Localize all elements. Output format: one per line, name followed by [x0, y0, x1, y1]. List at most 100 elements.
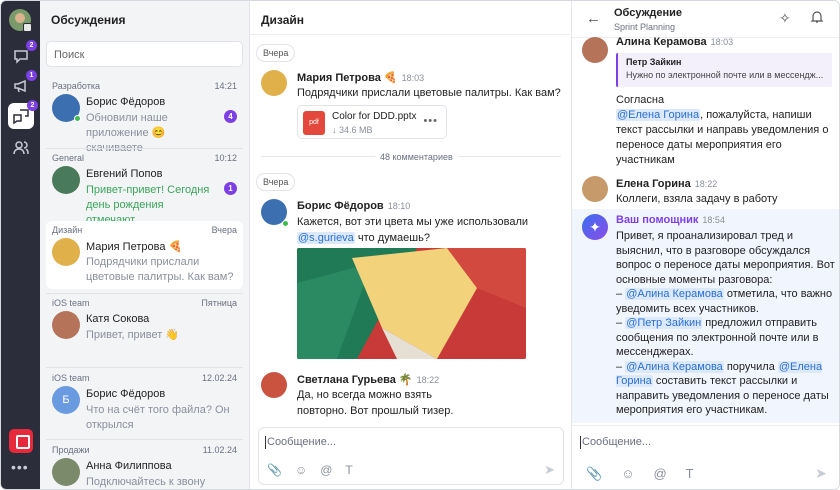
chat-item[interactable]: iOS team 12.02.24 Б Борис Фёдоров Что на… [46, 369, 243, 437]
file-size: ↓ 34.6 MB [332, 125, 373, 135]
file-attachment[interactable]: pdf Color for DDD.pptx ↓ 34.6 MB ••• [297, 105, 447, 139]
format-text-icon[interactable]: T [686, 466, 694, 482]
thread-subtitle: Sprint Planning [614, 22, 676, 32]
send-icon[interactable]: ➤ [544, 462, 555, 478]
comments-link[interactable]: 48 комментариев [375, 152, 458, 162]
sparkle-icon[interactable]: ✧ [779, 10, 791, 27]
chat-item-selected[interactable]: Дизайн Вчера Мария Петрова 🍕 Подрядчики … [46, 221, 243, 289]
chat-date: 10:12 [214, 153, 237, 163]
send-icon[interactable]: ➤ [815, 465, 827, 482]
attach-icon[interactable]: 📎 [267, 463, 282, 477]
quote-author: Петр Зайкин [626, 57, 682, 67]
contacts-icon[interactable] [10, 137, 32, 159]
image-attachment[interactable] [297, 248, 526, 359]
author-name: Борис Фёдоров [297, 200, 384, 212]
chat-panel: Дизайн Вчера Мария Петрова 🍕 18:03 Подряд… [250, 1, 572, 489]
message-author: Борис Фёдоров 18:10 [297, 200, 410, 212]
chat-item[interactable]: iOS team Пятница Катя Сокова Привет, при… [46, 294, 243, 362]
author-name: Светлана Гурьева 🌴 [297, 374, 413, 386]
status-icon [23, 23, 32, 32]
chat-date: 11.02.24 [202, 445, 237, 455]
message-composer[interactable]: Сообщение... 📎 ☺ @ T ➤ [258, 427, 564, 485]
message-author: Ваш помощник 18:54 [616, 214, 725, 226]
message-text: Привет, я проанализировал тред и выяснил… [616, 229, 836, 418]
avatar-initial: Б [52, 386, 80, 414]
search-input[interactable]: Поиск [46, 41, 243, 67]
message-time: 18:03 [710, 37, 734, 47]
avatar [261, 70, 287, 96]
chat-name: Борис Фёдоров [86, 96, 166, 108]
chat-group: General [52, 153, 85, 163]
mention[interactable]: @Алина Керамова [625, 360, 724, 373]
format-text-icon[interactable]: T [345, 463, 352, 477]
assistant-message: ✦ Ваш помощник 18:54 Привет, я проанализи… [572, 209, 839, 423]
file-name: Color for DDD.pptx [332, 111, 417, 122]
message-text: Подрядчики прислали цветовые палитры. Ка… [297, 87, 561, 99]
composer-toolbar: 📎 ☺ @ T [586, 466, 694, 482]
mention[interactable]: @s.gurieva [297, 232, 355, 244]
chat-item[interactable]: Продажи 11.02.24 Анна Филиппова Подключа… [46, 441, 243, 489]
attach-icon[interactable]: 📎 [586, 466, 602, 482]
discussions-badge: 2 [27, 100, 38, 111]
mention-icon[interactable]: @ [320, 463, 332, 477]
message-time: 18:10 [387, 201, 411, 211]
chat-item[interactable]: General 10:12 Евгений Попов Привет-приве… [46, 149, 243, 226]
quoted-message[interactable]: Петр Зайкин Нужно по электронной почте и… [616, 53, 832, 87]
chat-name: Евгений Попов [86, 168, 163, 180]
composer-placeholder[interactable]: Сообщение... [264, 436, 336, 449]
message-text: Согласна @Елена Горина, пожалуйста, напиш… [616, 93, 836, 168]
emoji-icon[interactable]: ☺ [295, 463, 307, 477]
emoji-icon[interactable]: ☺ [621, 466, 634, 482]
assistant-sparkle-icon: ✦ [582, 214, 608, 240]
author-name: Мария Петрова 🍕 [297, 72, 398, 84]
avatar [582, 176, 608, 202]
app-window: 2 1 2 ••• Обсуждения Поиск Разработка 14… [0, 0, 840, 490]
chat-group: Разработка [52, 81, 100, 91]
mention[interactable]: @Петр Зайкин [625, 317, 703, 329]
unread-badge: 1 [224, 182, 237, 195]
bell-icon[interactable] [810, 10, 824, 27]
chat-name: Мария Петрова 🍕 [86, 241, 183, 253]
date-pill: Вчера [256, 44, 296, 62]
text-part: поручила [723, 360, 778, 373]
chat-group: iOS team [52, 373, 90, 383]
message-text: Да, но всегда можно взять повторно. Вот … [297, 389, 454, 417]
avatar [261, 372, 287, 398]
chat-preview: Что на счёт того файла? Он открылся [86, 404, 230, 431]
mention[interactable]: @Алина Керамова [625, 288, 724, 300]
message-time: 18:22 [416, 375, 440, 385]
file-menu-icon[interactable]: ••• [423, 115, 438, 127]
online-indicator [282, 220, 289, 227]
chat-item[interactable]: Разработка 14:21 Борис Фёдоров Обновили … [46, 77, 243, 154]
app-logo-icon[interactable] [9, 429, 33, 453]
chat-name: Борис Фёдоров [86, 388, 166, 400]
divider [46, 367, 243, 368]
back-arrow-icon[interactable]: ← [586, 10, 601, 27]
divider [46, 439, 243, 440]
chat-date: Пятница [201, 298, 237, 308]
more-icon[interactable]: ••• [11, 459, 29, 475]
message-time: 18:54 [702, 215, 725, 225]
author-name: Ваш помощник [616, 214, 699, 226]
nav-rail: 2 1 2 ••• [1, 1, 40, 489]
text-part: – [616, 360, 626, 373]
online-indicator [74, 115, 81, 122]
mention[interactable]: @Елена Горина [616, 109, 701, 121]
chat-preview: Привет, привет 👋 [86, 329, 180, 341]
text-part: – [616, 288, 626, 300]
chat-date: 14:21 [214, 81, 237, 91]
author-name: Елена Горина [616, 178, 691, 190]
chat-preview: Подрядчики прислали цветовые палитры. Ка… [86, 256, 234, 283]
message-author: Алина Керамова 18:03 [616, 36, 733, 48]
mention-icon[interactable]: @ [653, 466, 666, 482]
message-author: Елена Горина 18:22 [616, 178, 717, 190]
divider [250, 34, 572, 35]
chat-group: Продажи [52, 445, 90, 455]
message-time: 18:22 [694, 179, 718, 189]
quote-text: Нужно по электронной почте или в мессенд… [626, 70, 824, 80]
thread-composer[interactable]: Сообщение... 📎 ☺ @ T ➤ [572, 425, 839, 489]
message-text: Кажется, вот эти цвета мы уже использова… [297, 214, 565, 246]
author-name: Алина Керамова [616, 36, 707, 48]
composer-placeholder[interactable]: Сообщение... [579, 436, 651, 449]
text-part: Кажется, вот эти цвета мы уже использова… [297, 216, 529, 228]
